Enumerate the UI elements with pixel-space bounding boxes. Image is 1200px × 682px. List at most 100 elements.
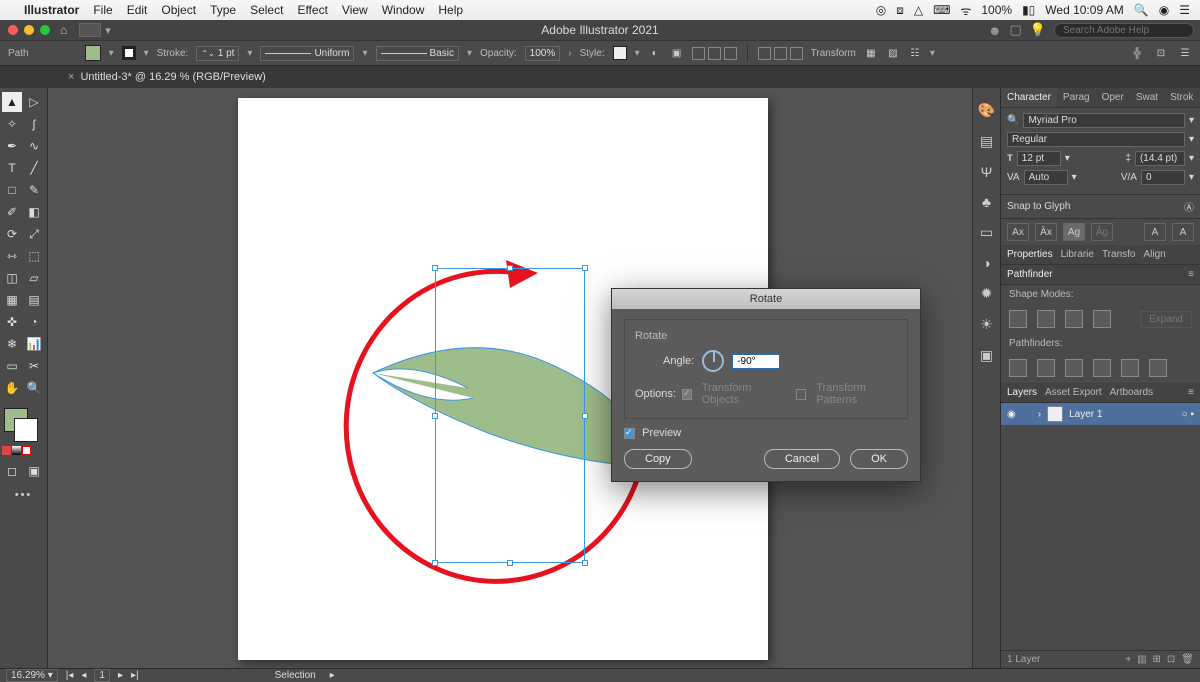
menu-edit[interactable]: Edit [127, 3, 148, 17]
layer-row[interactable]: ◉ › Layer 1 ○ ▪ [1001, 403, 1200, 425]
new-sublayer-icon[interactable]: ▥ [1137, 654, 1146, 665]
user-icon[interactable]: ☻ [988, 23, 1002, 38]
blend-tool-icon[interactable]: ◔ [24, 312, 44, 332]
new-layer-icon[interactable]: ⊞ [1153, 654, 1161, 665]
tab-swatches[interactable]: Swat [1130, 88, 1164, 107]
transform-icon[interactable]: ▦ [864, 46, 878, 60]
tab-artboards[interactable]: Artboards [1110, 387, 1153, 398]
menu-help[interactable]: Help [438, 3, 463, 17]
cc-icon[interactable]: ◎ [876, 3, 886, 17]
artboard-nav-first-icon[interactable]: |◂ [66, 670, 74, 681]
chevron-down-icon[interactable]: ▾ [1189, 172, 1194, 183]
appearance-panel-icon[interactable]: ◑ [982, 255, 990, 271]
artboard-tool-icon[interactable]: ▭ [2, 356, 22, 376]
glyph-center-icon[interactable]: A [1172, 223, 1194, 241]
tab-character[interactable]: Character [1001, 88, 1057, 107]
selection-tool-icon[interactable]: ▲ [2, 92, 22, 112]
menu-select[interactable]: Select [250, 3, 283, 17]
menu-type[interactable]: Type [210, 3, 236, 17]
chevron-down-icon[interactable]: ▾ [1189, 115, 1194, 126]
tab-transform[interactable]: Transfo [1102, 249, 1136, 260]
tab-properties[interactable]: Properties [1007, 249, 1053, 260]
perspective-tool-icon[interactable]: ▱ [24, 268, 44, 288]
brush-dropdown[interactable]: Basic [376, 46, 459, 61]
canvas[interactable]: Rotate Rotate Angle: Options: Transform … [48, 88, 972, 668]
home-icon[interactable]: ⌂ [60, 23, 67, 37]
menu-object[interactable]: Object [161, 3, 196, 17]
symbol-sprayer-tool-icon[interactable]: ❄ [2, 334, 22, 354]
menu-effect[interactable]: Effect [297, 3, 327, 17]
app-name-menu[interactable]: Illustrator [24, 3, 79, 17]
search-icon[interactable]: 🔍 [1007, 115, 1019, 126]
minimize-window-icon[interactable] [24, 25, 34, 35]
color-mode-row[interactable] [2, 446, 45, 455]
align-group[interactable] [692, 47, 737, 60]
graphic-styles-panel-icon[interactable]: ✹ [981, 285, 993, 302]
artboards-panel-icon[interactable]: ▣ [980, 347, 993, 364]
tracking-input[interactable] [1141, 170, 1185, 185]
style-swatch[interactable] [613, 46, 627, 60]
glyph-angular-icon[interactable]: Âg [1091, 223, 1113, 241]
draw-mode-icon[interactable]: ◻ [2, 461, 22, 481]
chevron-down-icon[interactable]: ▾ [362, 48, 367, 59]
intersect-icon[interactable] [1065, 310, 1083, 328]
eyedropper-tool-icon[interactable]: ✜ [2, 312, 22, 332]
leading-input[interactable] [1135, 151, 1185, 166]
copy-button[interactable]: Copy [624, 449, 692, 469]
menu-extra-icon[interactable]: ☰ [1179, 3, 1190, 17]
hand-tool-icon[interactable]: ✋ [2, 378, 22, 398]
angle-dial-icon[interactable] [702, 350, 724, 372]
exclude-icon[interactable] [1093, 310, 1111, 328]
stroke-profile-dropdown[interactable]: Uniform [260, 46, 354, 61]
opacity-input[interactable]: 100% [525, 46, 561, 61]
fill-stroke-control[interactable] [2, 406, 45, 442]
unite-icon[interactable] [1009, 310, 1027, 328]
chevron-down-icon[interactable]: ▾ [1072, 172, 1077, 183]
trim-icon[interactable] [1037, 359, 1055, 377]
free-transform-tool-icon[interactable]: ⬚ [24, 246, 44, 266]
screen-mode-icon[interactable]: ▣ [24, 461, 44, 481]
brush-tool-icon[interactable]: ✎ [24, 180, 44, 200]
close-window-icon[interactable] [8, 25, 18, 35]
wifi-icon[interactable]: ᯤ [960, 2, 971, 19]
line-tool-icon[interactable]: ╱ [24, 158, 44, 178]
visibility-icon[interactable]: ◉ [1007, 409, 1016, 420]
pen-tool-icon[interactable]: ✒ [2, 136, 22, 156]
tab-layers[interactable]: Layers [1007, 387, 1037, 398]
status-chevron-icon[interactable]: ▸ [330, 670, 335, 681]
chevron-down-icon[interactable]: ▾ [1189, 153, 1194, 164]
arrange-icon[interactable]: ☷ [908, 46, 922, 60]
panel-menu-icon[interactable]: ≡ [1188, 387, 1194, 398]
outline-icon[interactable] [1121, 359, 1139, 377]
chevron-down-icon[interactable]: ▾ [635, 48, 640, 59]
align-vgroup[interactable] [758, 47, 803, 60]
transform-label[interactable]: Transform [811, 48, 856, 59]
color-panel-icon[interactable]: 🎨 [978, 102, 995, 119]
zoom-tool-icon[interactable]: 🔍 [24, 378, 44, 398]
chevron-down-icon[interactable]: ▾ [1189, 134, 1194, 145]
chevron-down-icon[interactable]: ▾ [105, 24, 111, 37]
gradient-tool-icon[interactable]: ▤ [24, 290, 44, 310]
help-search-input[interactable] [1054, 23, 1194, 38]
width-tool-icon[interactable]: ⇿ [2, 246, 22, 266]
chevron-down-icon[interactable]: ▾ [930, 48, 935, 59]
keyboard-icon[interactable]: ⌨ [933, 3, 950, 17]
recolor-icon[interactable]: ◐ [648, 46, 662, 60]
scale-tool-icon[interactable]: ⤢ [24, 224, 44, 244]
pref1-icon[interactable]: ╬ [1130, 46, 1144, 60]
cancel-button[interactable]: Cancel [764, 449, 840, 469]
chevron-down-icon[interactable]: ▾ [1065, 153, 1070, 164]
stroke-panel-icon[interactable]: ▭ [980, 224, 993, 241]
chevron-down-icon[interactable]: ▾ [467, 48, 472, 59]
arrange-documents-icon[interactable] [79, 23, 101, 37]
chevron-down-icon[interactable]: ▾ [109, 48, 114, 59]
type-tool-icon[interactable]: T [2, 158, 22, 178]
artboard-nav-last-icon[interactable]: ▸| [131, 670, 139, 681]
preview-checkbox[interactable] [624, 428, 635, 439]
close-tab-icon[interactable]: × [68, 71, 74, 83]
crop-icon[interactable] [1093, 359, 1111, 377]
brushes-panel-icon[interactable]: Ψ [981, 164, 993, 180]
layer-name[interactable]: Layer 1 [1069, 409, 1102, 420]
tab-stroke[interactable]: Strok [1164, 88, 1199, 107]
glyph-xheight-icon[interactable]: Āx [1035, 223, 1057, 241]
